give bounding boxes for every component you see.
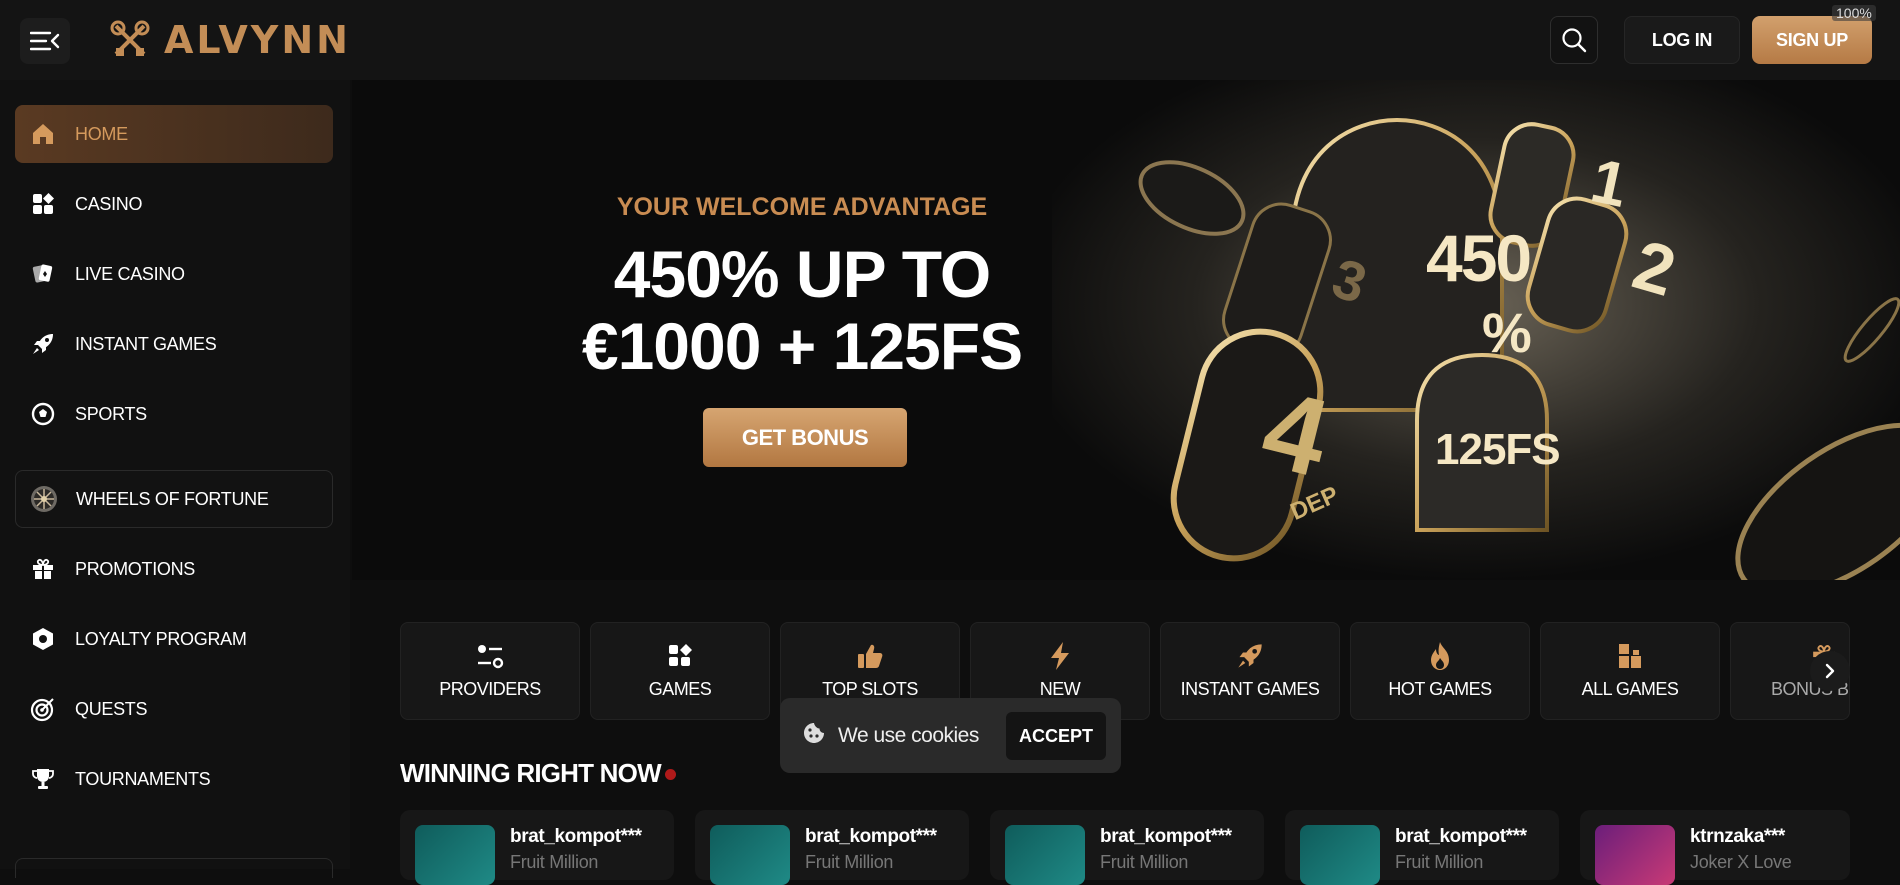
lightning-icon	[1049, 641, 1071, 671]
winner-name: ktrnzaka***	[1690, 826, 1785, 847]
sidebar-item-home[interactable]: HOME	[15, 105, 333, 163]
get-bonus-button[interactable]: GET BONUS	[703, 408, 907, 467]
category-label: ALL GAMES	[1581, 679, 1679, 699]
category-instant-games[interactable]: INSTANT GAMES	[1160, 622, 1340, 720]
fire-icon	[1428, 641, 1452, 671]
search-button[interactable]	[1550, 16, 1598, 64]
cookie-icon	[802, 721, 826, 750]
soccer-ball-icon	[29, 400, 57, 428]
target-icon	[29, 695, 57, 723]
crossed-keys-icon	[110, 20, 150, 56]
winner-game: Fruit Million	[510, 852, 599, 872]
live-indicator-dot	[665, 769, 676, 780]
cards-icon	[29, 260, 57, 288]
sidebar-lower-panel	[15, 858, 333, 878]
sidebar-item-label: WHEELS OF FORTUNE	[76, 488, 269, 509]
blocks-icon	[1617, 641, 1643, 671]
winner-card[interactable]: brat_kompot*** Fruit Million	[400, 810, 674, 885]
accept-cookies-button[interactable]: ACCEPT	[1006, 712, 1106, 760]
winner-name: brat_kompot***	[1395, 826, 1527, 847]
winner-card[interactable]: brat_kompot*** Fruit Million	[1285, 810, 1559, 885]
winner-name: brat_kompot***	[805, 826, 937, 847]
cookie-banner: We use cookies ACCEPT	[780, 698, 1121, 773]
category-label: NEW	[1039, 679, 1081, 699]
sidebar-item-label: PROMOTIONS	[75, 558, 196, 579]
category-games[interactable]: GAMES	[590, 622, 770, 720]
category-label: PROVIDERS	[439, 679, 541, 699]
thumbs-up-icon	[856, 641, 884, 671]
sidebar-item-loyalty-program[interactable]: LOYALTY PROGRAM	[15, 610, 333, 668]
brand-logo[interactable]: ALVYNN	[110, 18, 351, 62]
casino-icon	[29, 190, 57, 218]
sidebar: HOME CASINO LIVE CASINO INSTANT GAMES SP…	[0, 80, 350, 878]
category-hot-games[interactable]: HOT GAMES	[1350, 622, 1530, 720]
sidebar-item-casino[interactable]: CASINO	[15, 175, 333, 233]
sidebar-item-label: CASINO	[75, 193, 143, 214]
game-thumbnail	[1005, 825, 1085, 885]
winner-game: Fruit Million	[805, 852, 894, 872]
hero-art-percent: 450	[1426, 221, 1532, 295]
category-label: INSTANT GAMES	[1180, 679, 1320, 699]
sidebar-item-label: INSTANT GAMES	[75, 333, 217, 354]
gift-icon	[29, 555, 57, 583]
categories-next-button[interactable]	[1810, 651, 1850, 691]
sidebar-item-promotions[interactable]: PROMOTIONS	[15, 540, 333, 598]
signup-button[interactable]: SIGN UP	[1752, 16, 1872, 64]
winner-game: Fruit Million	[1100, 852, 1189, 872]
sidebar-item-label: LIVE CASINO	[75, 263, 185, 284]
category-label: GAMES	[648, 679, 712, 699]
winner-game: Fruit Million	[1395, 852, 1484, 872]
rocket-icon	[1236, 641, 1264, 671]
menu-collapse-icon	[30, 31, 60, 51]
menu-toggle-button[interactable]	[20, 18, 70, 64]
zoom-indicator: 100%	[1832, 5, 1876, 21]
category-providers[interactable]: PROVIDERS	[400, 622, 580, 720]
winner-name: brat_kompot***	[1100, 826, 1232, 847]
search-icon	[1562, 28, 1587, 53]
sidebar-item-label: SPORTS	[75, 403, 147, 424]
sidebar-item-label: HOME	[75, 123, 128, 144]
winner-game: Joker X Love	[1690, 852, 1792, 872]
hero-title: 450% UP TO €1000 + 125FS	[352, 238, 1252, 382]
sliders-icon	[476, 641, 504, 671]
trophy-icon	[29, 765, 57, 793]
brand-name: ALVYNN	[164, 18, 351, 62]
winner-card[interactable]: brat_kompot*** Fruit Million	[990, 810, 1264, 885]
winner-card[interactable]: brat_kompot*** Fruit Million	[695, 810, 969, 885]
sidebar-item-quests[interactable]: QUESTS	[15, 680, 333, 738]
hero-art-percent-sign: %	[1482, 301, 1532, 364]
game-thumbnail	[1595, 825, 1675, 885]
game-thumbnail	[415, 825, 495, 885]
sidebar-item-label: QUESTS	[75, 698, 148, 719]
cookie-message: We use cookies	[838, 723, 979, 747]
hexagon-icon	[29, 625, 57, 653]
hero-art-freespins: 125FS	[1435, 425, 1561, 474]
top-header: ALVYNN LOG IN SIGN UP 100%	[0, 0, 1900, 80]
sidebar-item-instant-games[interactable]: INSTANT GAMES	[15, 315, 333, 373]
hero-subtitle: YOUR WELCOME ADVANTAGE	[616, 193, 988, 221]
sidebar-item-wheels-of-fortune[interactable]: WHEELS OF FORTUNE	[15, 470, 333, 528]
hero-banner[interactable]: 3 1 2 450 % 125FS 4 DEP YOUR WELCOME ADV…	[352, 80, 1900, 580]
hero-title-line-1: 450% UP TO	[613, 237, 991, 311]
game-thumbnail	[1300, 825, 1380, 885]
sidebar-item-tournaments[interactable]: TOURNAMENTS	[15, 750, 333, 808]
category-label: TOP SLOTS	[822, 679, 918, 699]
winner-card[interactable]: ktrnzaka*** Joker X Love	[1580, 810, 1850, 885]
sidebar-item-live-casino[interactable]: LIVE CASINO	[15, 245, 333, 303]
category-all-games[interactable]: ALL GAMES	[1540, 622, 1720, 720]
winner-name: brat_kompot***	[510, 826, 642, 847]
game-thumbnail	[710, 825, 790, 885]
category-label: HOT GAMES	[1388, 679, 1492, 699]
winners-title: WINNING RIGHT NOW	[400, 758, 662, 788]
login-button[interactable]: LOG IN	[1624, 16, 1740, 64]
wheel-icon	[30, 485, 58, 513]
chevron-right-icon	[1825, 663, 1835, 679]
sidebar-item-label: LOYALTY PROGRAM	[75, 628, 247, 649]
sidebar-item-sports[interactable]: SPORTS	[15, 385, 333, 443]
hero-title-line-2: €1000 + 125FS	[581, 309, 1023, 383]
home-icon	[29, 120, 57, 148]
sidebar-item-label: TOURNAMENTS	[75, 768, 211, 789]
rocket-icon	[29, 330, 57, 358]
grid-icon	[667, 641, 693, 671]
